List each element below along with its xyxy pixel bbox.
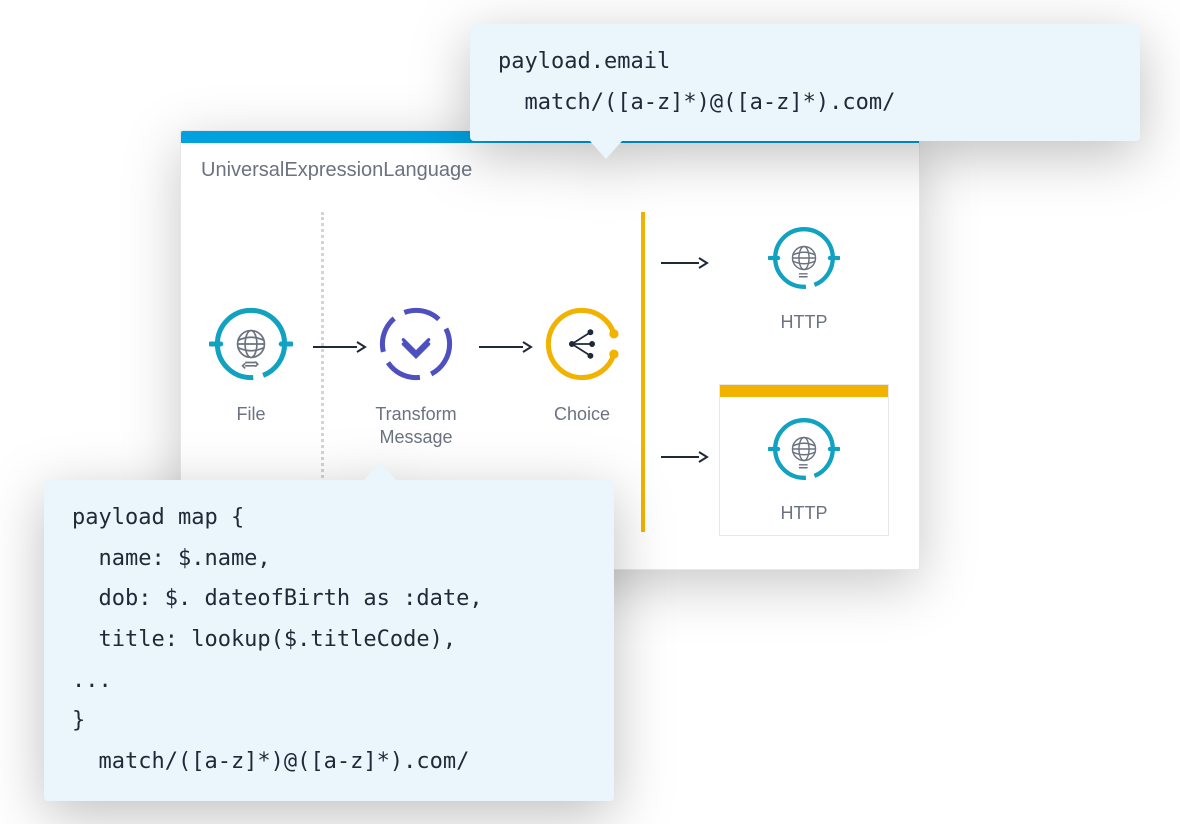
file-icon [209,302,293,386]
speech-payload-map: payload map { name: $.name, dob: $. date… [44,480,614,801]
node-choice: Choice [507,302,657,426]
panel-title: UniversalExpressionLanguage [181,143,919,182]
http-bottom-icon [768,413,840,485]
node-choice-label: Choice [507,403,657,426]
node-file-label: File [176,403,326,426]
http-top-icon [768,222,840,294]
node-http-bottom-label: HTTP [720,502,888,525]
node-http-top: HTTP [719,222,889,334]
arrow-http-bottom [659,450,709,464]
node-http-bottom: HTTP [719,384,889,536]
transform-icon [374,302,458,386]
arrow-http-top [659,256,709,270]
node-file: File [176,302,326,426]
node-transform: Transform Message [341,302,491,448]
speech-email-match: payload.email match/([a-z]*)@([a-z]*).co… [470,24,1140,141]
choice-icon [540,302,624,386]
node-http-top-label: HTTP [719,311,889,334]
node-transform-label: Transform Message [341,403,491,448]
http-bottom-bar [720,385,888,397]
